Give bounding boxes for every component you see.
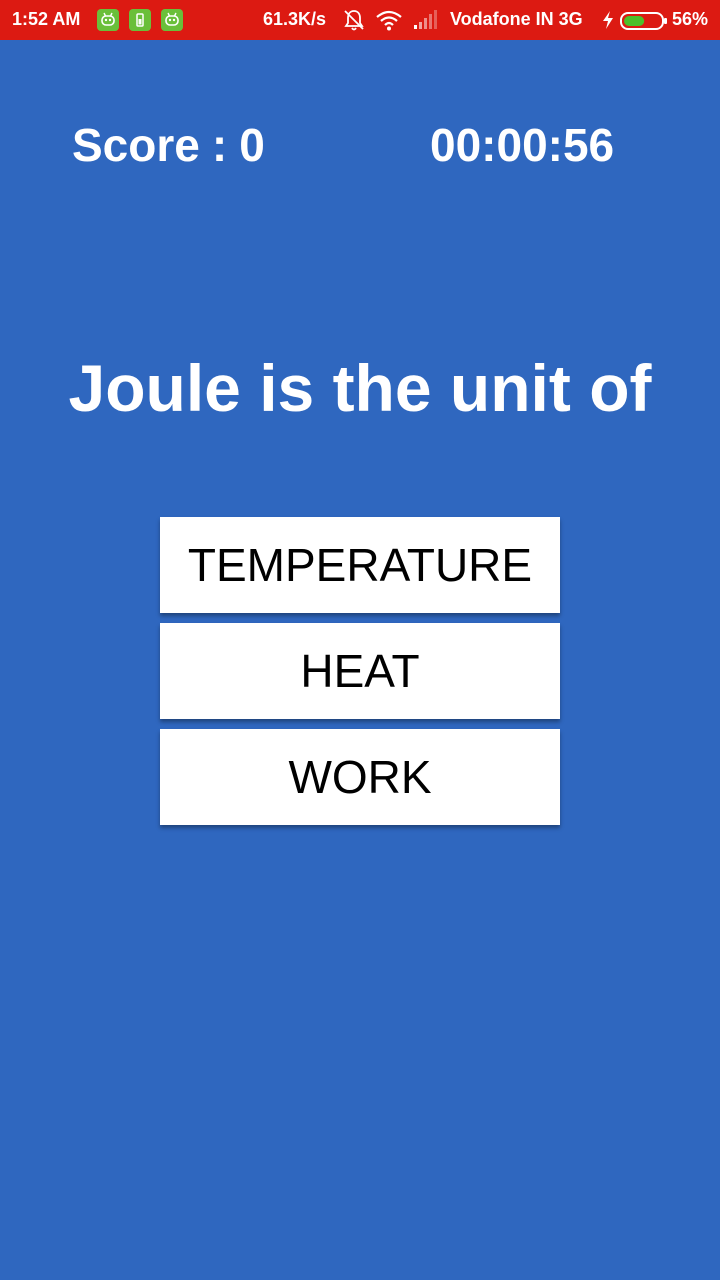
countdown-timer: 00:00:56 bbox=[430, 119, 615, 171]
answer-option-heat[interactable]: HEAT bbox=[160, 623, 560, 719]
answer-option-label: WORK bbox=[288, 751, 432, 803]
carrier-name: Vodafone IN 3G bbox=[450, 9, 583, 29]
score-display: Score:0 bbox=[72, 118, 265, 172]
status-bar: 1:52 AM 61.3K/s Vodafone IN 3G 56% bbox=[0, 0, 720, 40]
network-speed: 61.3K/s bbox=[263, 9, 327, 29]
answer-option-label: TEMPERATURE bbox=[187, 539, 533, 591]
charging-icon bbox=[601, 10, 615, 35]
answer-option-work[interactable]: WORK bbox=[160, 729, 560, 825]
wifi-icon bbox=[375, 8, 403, 37]
answer-option-temperature[interactable]: TEMPERATURE bbox=[160, 517, 560, 613]
battery-percent: 56% bbox=[672, 9, 709, 29]
mute-bell-icon bbox=[343, 8, 365, 37]
answer-option-label: HEAT bbox=[300, 645, 420, 697]
app-notification-icon bbox=[161, 9, 183, 31]
battery-app-icon bbox=[129, 9, 151, 31]
app-notification-icon bbox=[97, 9, 119, 31]
score-value: 0 bbox=[239, 119, 265, 171]
status-time: 1:52 AM bbox=[12, 9, 81, 29]
question-text: Joule is the unit of bbox=[68, 351, 652, 425]
signal-icon bbox=[412, 8, 438, 37]
score-label: Score bbox=[72, 119, 200, 171]
score-separator: : bbox=[211, 119, 228, 171]
battery-icon bbox=[620, 11, 668, 36]
battery-level-fill bbox=[624, 16, 645, 26]
